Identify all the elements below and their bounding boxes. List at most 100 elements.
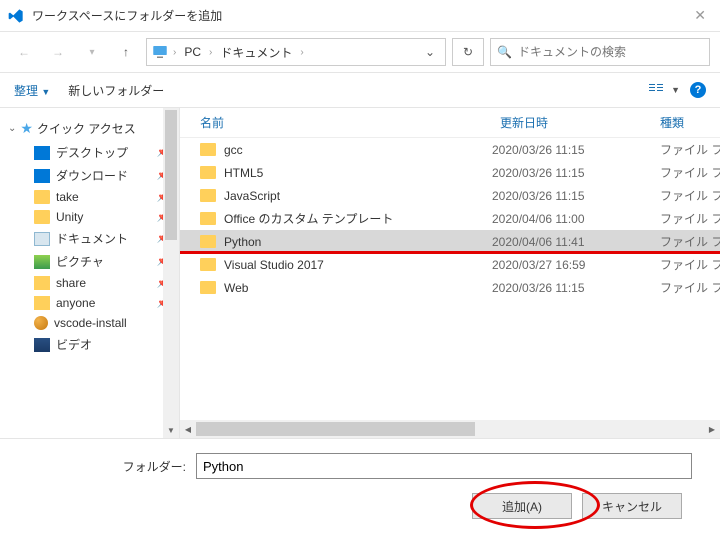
file-row[interactable]: JavaScript2020/03/26 11:15ファイル フ — [180, 184, 720, 207]
sidebar-item-label: Unity — [56, 210, 83, 224]
file-name: HTML5 — [224, 166, 484, 180]
doc-icon — [34, 232, 50, 246]
cancel-button[interactable]: キャンセル — [582, 493, 682, 519]
breadcrumb[interactable]: › PC › ドキュメント › ⌄ — [146, 38, 446, 66]
breadcrumb-dropdown[interactable]: ⌄ — [419, 45, 441, 59]
pc-icon — [151, 43, 169, 61]
quick-access-header[interactable]: ⌄ ★ クイック アクセス — [0, 116, 179, 141]
sidebar-item[interactable]: ダウンロード📌 — [0, 164, 179, 187]
back-button[interactable]: ← — [10, 38, 38, 66]
sidebar-item[interactable]: take📌 — [0, 187, 179, 207]
sidebar-item[interactable]: share📌 — [0, 273, 179, 293]
folder-icon — [200, 143, 216, 156]
new-folder-button[interactable]: 新しいフォルダー — [68, 82, 164, 99]
folder-icon — [200, 281, 216, 294]
column-name[interactable]: 名前 — [200, 114, 500, 131]
star-icon: ★ — [20, 120, 33, 137]
sidebar-item-label: ダウンロード — [56, 167, 128, 184]
view-button[interactable]: ▼ — [648, 82, 680, 98]
file-name: gcc — [224, 143, 484, 157]
scroll-right-icon[interactable]: ▶ — [704, 425, 720, 434]
ball-icon — [34, 316, 48, 330]
titlebar: ワークスペースにフォルダーを追加 ✕ — [0, 0, 720, 32]
refresh-button[interactable]: ↻ — [452, 38, 484, 66]
close-icon[interactable]: ✕ — [688, 7, 712, 24]
folder-input[interactable] — [196, 453, 692, 479]
search-input[interactable] — [518, 45, 703, 59]
sidebar-item[interactable]: ピクチャ📌 — [0, 250, 179, 273]
folder-icon — [34, 190, 50, 204]
column-headers[interactable]: 名前 更新日時 種類 — [180, 108, 720, 138]
file-date: 2020/03/26 11:15 — [492, 189, 652, 203]
file-date: 2020/04/06 11:41 — [492, 235, 652, 249]
sidebar-item-label: ビデオ — [56, 336, 92, 353]
quick-access-label: クイック アクセス — [37, 120, 136, 137]
add-button[interactable]: 追加(A) — [472, 493, 572, 519]
file-row[interactable]: Python 2020/04/06 11:41 ファイル フ — [180, 230, 720, 253]
crumb-documents[interactable]: ドキュメント — [216, 44, 296, 61]
help-button[interactable]: ? — [690, 82, 706, 98]
chevron-down-icon: ⌄ — [8, 123, 16, 134]
share-icon — [34, 276, 50, 290]
folder-icon — [200, 212, 216, 225]
folder-icon — [200, 189, 216, 202]
file-name: JavaScript — [224, 189, 484, 203]
navbar: ← → ▾ ↑ › PC › ドキュメント › ⌄ ↻ 🔍 — [0, 32, 720, 72]
column-date[interactable]: 更新日時 — [500, 114, 660, 131]
sidebar-item[interactable]: vscode-install — [0, 313, 179, 333]
file-name: Python — [224, 235, 484, 249]
sidebar-item[interactable]: ドキュメント📌 — [0, 227, 179, 250]
file-date: 2020/03/27 16:59 — [492, 258, 652, 272]
sidebar-item[interactable]: デスクトップ📌 — [0, 141, 179, 164]
folder-icon — [34, 210, 50, 224]
main-area: ⌄ ★ クイック アクセス デスクトップ📌ダウンロード📌take📌Unity📌ド… — [0, 108, 720, 438]
window-title: ワークスペースにフォルダーを追加 — [32, 7, 688, 24]
recent-dropdown[interactable]: ▾ — [78, 38, 106, 66]
video-icon — [34, 338, 50, 352]
crumb-pc[interactable]: PC — [180, 45, 205, 59]
file-list: 名前 更新日時 種類 gcc2020/03/26 11:15ファイル フHTML… — [180, 108, 720, 438]
vscode-icon — [8, 8, 24, 24]
desktop-icon — [34, 146, 50, 160]
sidebar-item-label: vscode-install — [54, 316, 127, 330]
file-date: 2020/03/26 11:15 — [492, 166, 652, 180]
file-row[interactable]: gcc2020/03/26 11:15ファイル フ — [180, 138, 720, 161]
horizontal-scrollbar[interactable]: ◀ ▶ — [180, 420, 720, 438]
pic-icon — [34, 255, 50, 269]
file-type: ファイル フ — [660, 256, 720, 273]
file-name: Web — [224, 281, 484, 295]
chevron-right-icon: › — [173, 47, 176, 58]
file-type: ファイル フ — [660, 279, 720, 296]
sidebar-item[interactable]: anyone📌 — [0, 293, 179, 313]
folder-label: フォルダー: — [0, 458, 196, 475]
sidebar-item-label: ドキュメント — [56, 230, 128, 247]
file-type: ファイル フ — [660, 233, 720, 250]
file-date: 2020/03/26 11:15 — [492, 281, 652, 295]
scrollbar-thumb[interactable] — [196, 422, 475, 436]
sidebar-item[interactable]: Unity📌 — [0, 207, 179, 227]
anyone-icon — [34, 296, 50, 310]
file-row[interactable]: Visual Studio 20172020/03/27 16:59ファイル フ — [180, 253, 720, 276]
file-date: 2020/04/06 11:00 — [492, 212, 652, 226]
file-row[interactable]: HTML52020/03/26 11:15ファイル フ — [180, 161, 720, 184]
sidebar-item-label: anyone — [56, 296, 95, 310]
sidebar-item-label: デスクトップ — [56, 144, 128, 161]
scrollbar-thumb[interactable] — [165, 110, 177, 240]
sidebar-item[interactable]: ビデオ — [0, 333, 179, 356]
column-type[interactable]: 種類 — [660, 114, 720, 131]
up-button[interactable]: ↑ — [112, 38, 140, 66]
chevron-right-icon: › — [209, 47, 212, 58]
scroll-left-icon[interactable]: ◀ — [180, 425, 196, 434]
sidebar-item-label: share — [56, 276, 86, 290]
organize-menu[interactable]: 整理 ▼ — [14, 82, 50, 99]
sidebar-scrollbar[interactable]: ▲ ▼ — [163, 108, 179, 438]
scroll-down-icon[interactable]: ▼ — [163, 422, 179, 438]
sidebar-item-label: ピクチャ — [56, 253, 104, 270]
file-row[interactable]: Office のカスタム テンプレート2020/04/06 11:00ファイル … — [180, 207, 720, 230]
file-row[interactable]: Web 2020/03/26 11:15 ファイル フ — [180, 276, 720, 299]
bottom-panel: フォルダー: 追加(A) キャンセル — [0, 438, 720, 533]
toolbar: 整理 ▼ 新しいフォルダー ▼ ? — [0, 72, 720, 108]
folder-icon — [200, 258, 216, 271]
search-box[interactable]: 🔍 — [490, 38, 710, 66]
folder-icon — [200, 235, 216, 248]
